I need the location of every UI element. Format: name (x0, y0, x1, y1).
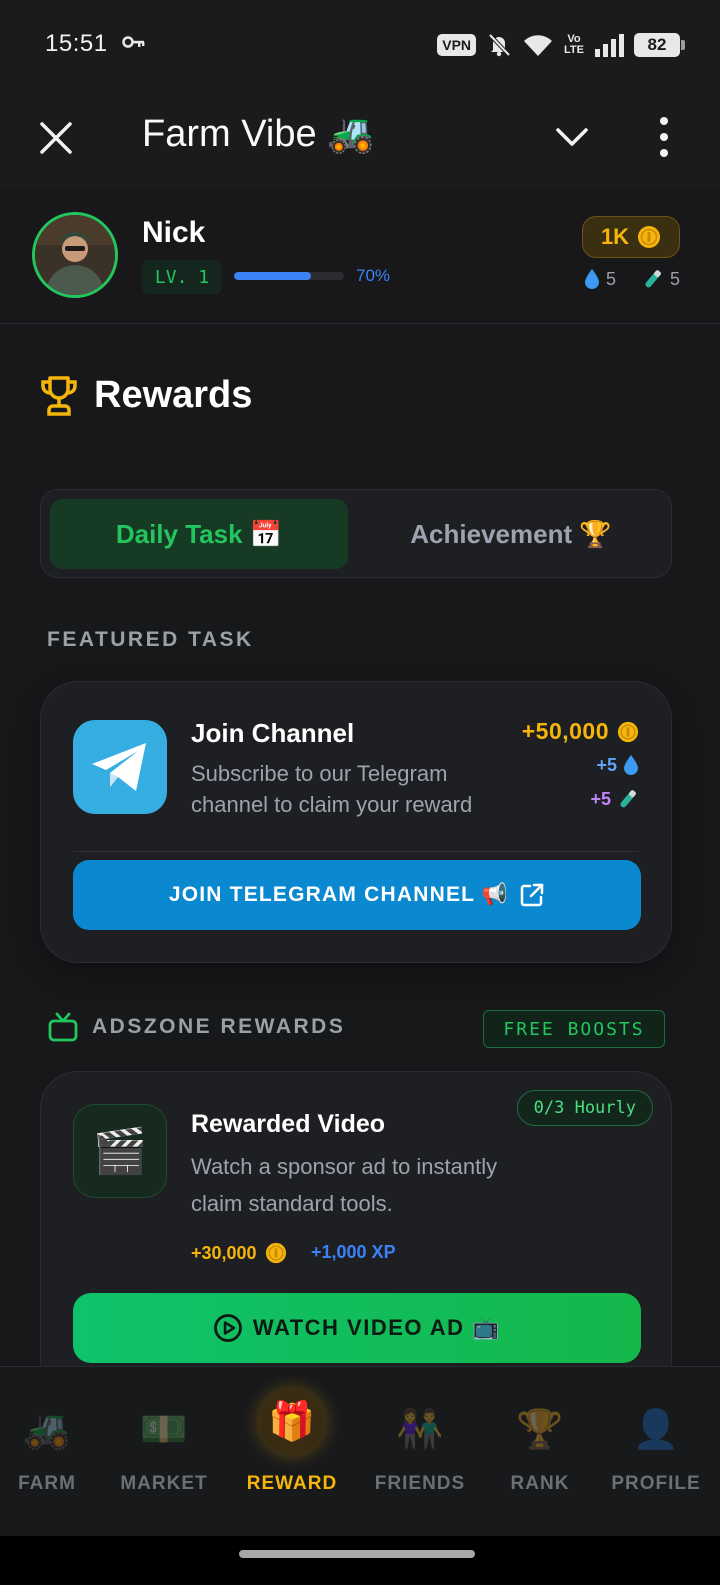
reward-tabs: Daily Task 📅 Achievement 🏆 (40, 489, 672, 578)
join-telegram-button-label: JOIN TELEGRAM CHANNEL 📢 (168, 883, 510, 906)
key-icon (122, 36, 145, 48)
coin-icon (617, 721, 639, 742)
chevron-down-icon[interactable] (552, 120, 592, 154)
status-time: 15:51 (45, 30, 108, 57)
nav-label-rank: RANK (510, 1473, 570, 1494)
nav-item-market[interactable]: 💵 MARKET (108, 1367, 220, 1537)
profile-icon: 👤 (632, 1409, 680, 1451)
adszone-header: ADSZONE REWARDS (48, 1012, 345, 1042)
featured-reward-coins-value: +50,000 (521, 718, 609, 744)
rewarded-video-card: 0/3 Hourly 🎬 Rewarded Video Watch a spon… (40, 1071, 672, 1401)
featured-section-label: FEATURED TASK (47, 628, 254, 651)
tab-achievement[interactable]: Achievement 🏆 (359, 499, 663, 569)
nav-item-reward[interactable]: 🎁 REWARD (240, 1367, 344, 1537)
water-drop-icon (624, 755, 638, 775)
nav-label-reward: REWARD (246, 1473, 338, 1494)
hourly-limit-badge: 0/3 Hourly (516, 1090, 653, 1126)
potion-count: 5 (669, 268, 680, 289)
resources-row: 5 5 (584, 268, 680, 290)
mute-icon (488, 33, 511, 57)
featured-task-card: Join Channel Subscribe to our Telegram c… (40, 681, 672, 963)
rewarded-video-xp: +1,000 XP (311, 1242, 396, 1262)
featured-reward-coins: +50,000 (522, 718, 639, 745)
avatar-image (35, 215, 115, 295)
nav-label-farm: FARM (18, 1473, 76, 1494)
xp-progress-bar (234, 272, 344, 280)
coins-value: 1K (600, 224, 630, 249)
watch-video-ad-button-label: WATCH VIDEO AD 📺 (252, 1315, 502, 1340)
gesture-bar (0, 1536, 720, 1585)
tractor-icon: 🚜 (23, 1409, 71, 1451)
watch-video-ad-button[interactable]: WATCH VIDEO AD 📺 (73, 1293, 641, 1363)
featured-reward-water-value: +5 (596, 754, 617, 775)
screen: 15:51 VPN Vo LTE 82 Farm Vibe 🚜 Nick LV.… (0, 0, 720, 1585)
featured-task-title: Join Channel (191, 718, 355, 748)
free-boosts-badge: FREE BOOSTS (483, 1010, 665, 1048)
volte-icon: Vo LTE (564, 33, 584, 56)
wifi-icon (524, 35, 553, 56)
level-badge: LV. 1 (142, 260, 222, 294)
potion-icon (620, 790, 636, 808)
vpn-badge: VPN (437, 34, 477, 56)
close-icon[interactable] (36, 118, 76, 158)
gift-icon: 🎁 (259, 1389, 325, 1455)
coin-icon (265, 1242, 286, 1264)
nav-item-profile[interactable]: 👤 PROFILE (604, 1367, 708, 1537)
xp-progress-fill (234, 272, 311, 280)
rewarded-video-description: Watch a sponsor ad to instantly claim st… (191, 1154, 498, 1216)
nav-label-friends: FRIENDS (374, 1473, 466, 1494)
xp-percent: 70% (356, 266, 391, 285)
potion-icon (645, 270, 661, 288)
divider (73, 851, 639, 852)
tab-daily-task[interactable]: Daily Task 📅 (50, 499, 348, 569)
rewarded-video-title: Rewarded Video (191, 1110, 386, 1138)
status-bar: 15:51 VPN Vo LTE 82 (0, 0, 720, 90)
water-drop-icon (584, 269, 599, 289)
featured-reward-potion-value: +5 (590, 788, 611, 809)
featured-task-description: Subscribe to our Telegram channel to cla… (191, 761, 473, 817)
join-telegram-button[interactable]: JOIN TELEGRAM CHANNEL 📢 (73, 860, 641, 930)
more-vertical-icon[interactable] (652, 114, 676, 160)
status-icons: VPN Vo LTE 82 (437, 30, 685, 60)
coin-icon (638, 226, 661, 248)
clapperboard-icon: 🎬 (73, 1104, 167, 1198)
external-link-icon (520, 883, 544, 907)
app-title: Farm Vibe 🚜 (142, 113, 375, 155)
trophy-icon (41, 375, 77, 416)
coins-balance[interactable]: 1K (582, 216, 680, 258)
nav-item-rank[interactable]: 🏆 RANK (496, 1367, 584, 1537)
nav-item-friends[interactable]: 👫 FRIENDS (368, 1367, 472, 1537)
avatar[interactable] (32, 212, 118, 298)
battery-icon: 82 (634, 33, 685, 57)
app-bar: Farm Vibe 🚜 (0, 90, 720, 188)
nav-label-profile: PROFILE (611, 1473, 701, 1494)
rewarded-video-coins: +30,000 (191, 1242, 287, 1264)
signal-icon (595, 34, 624, 57)
friends-icon: 👫 (396, 1409, 444, 1451)
home-indicator[interactable] (239, 1550, 475, 1558)
trophy-icon: 🏆 (516, 1409, 564, 1451)
featured-reward-potion: +5 (590, 788, 639, 810)
adszone-section-label: ADSZONE REWARDS (92, 1015, 346, 1038)
tv-icon (48, 1012, 78, 1042)
money-icon: 💵 (140, 1409, 188, 1451)
play-circle-icon (214, 1314, 242, 1342)
profile-header: Nick LV. 1 70% 1K 5 5 (0, 188, 720, 324)
telegram-icon (73, 720, 167, 814)
bottom-nav: 🚜 FARM 💵 MARKET 🎁 REWARD 👫 FRIENDS 🏆 RAN… (0, 1366, 720, 1536)
featured-reward-water: +5 (596, 754, 639, 776)
water-count: 5 (605, 268, 616, 289)
nav-label-market: MARKET (120, 1473, 208, 1494)
rewarded-video-coins-value: +30,000 (191, 1242, 257, 1263)
rewards-header: Rewards (40, 374, 252, 417)
page-title: Rewards (94, 374, 253, 416)
username: Nick (142, 216, 206, 249)
nav-item-farm[interactable]: 🚜 FARM (0, 1367, 94, 1537)
